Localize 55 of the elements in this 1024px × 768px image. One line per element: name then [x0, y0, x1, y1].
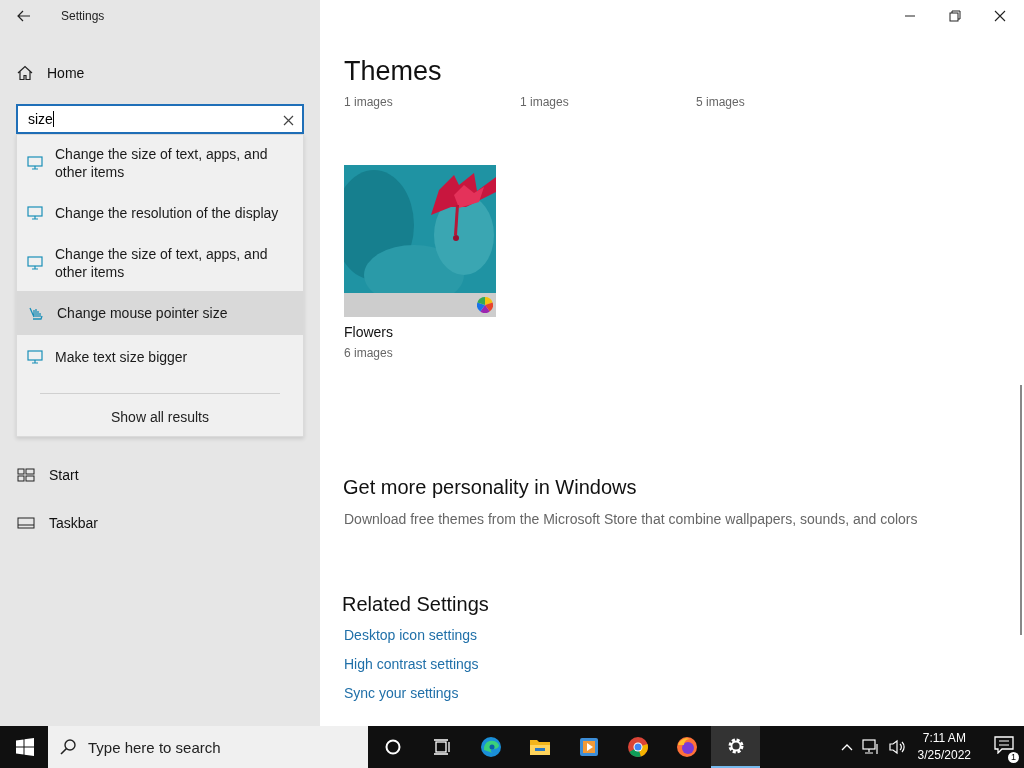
fox-globe-icon: [675, 736, 698, 758]
taskbar-icon: [17, 517, 35, 529]
monitor-icon: [27, 156, 43, 170]
tiles-icon: [17, 468, 35, 482]
section-description: Download free themes from the Microsoft Store that combine wallpapers, sounds, and colors: [344, 511, 918, 527]
settings-link[interactable]: High contrast settings: [344, 656, 479, 672]
notification-count-badge: 1: [1008, 752, 1019, 763]
circle-icon: [384, 739, 401, 755]
task-view-icon: [432, 739, 451, 755]
theme-image-count: 5 images: [696, 95, 746, 109]
media-player-icon: [578, 737, 599, 757]
theme-thumbnail[interactable]: [344, 165, 496, 317]
folder-icon: [528, 738, 551, 756]
browser-wave-icon: [479, 736, 502, 758]
search-icon: [60, 739, 76, 755]
window-title: Settings: [61, 9, 105, 23]
taskbar-app-button[interactable]: [711, 726, 760, 768]
section-heading: Get more personality in Windows: [343, 476, 637, 499]
monitor-icon: [27, 256, 43, 270]
search-field[interactable]: size: [16, 104, 304, 134]
scrollbar[interactable]: [1020, 385, 1022, 635]
hand-pointer-icon: [27, 305, 45, 321]
sidebar-nav-item[interactable]: Start: [0, 451, 320, 499]
search-result-item[interactable]: Change the size of text, apps, and other items: [17, 235, 303, 291]
taskbar-search-field[interactable]: Type here to search: [48, 726, 368, 768]
section-heading: Related Settings: [342, 593, 489, 616]
theme-image-count: 1 images: [520, 95, 570, 109]
search-result-item[interactable]: Change mouse pointer size: [17, 291, 303, 335]
theme-image-count: 1 images: [344, 95, 394, 109]
notification-icon[interactable]: [994, 736, 1014, 754]
settings-link[interactable]: Desktop icon settings: [344, 627, 478, 643]
home-icon: [17, 65, 33, 81]
settings-link[interactable]: Sync your settings: [344, 685, 459, 701]
chrome-like-icon: [626, 736, 649, 758]
theme-name: Flowers: [344, 324, 394, 340]
close-icon[interactable]: [994, 10, 1006, 22]
color-wheel-icon: [477, 297, 493, 313]
clear-icon[interactable]: [283, 115, 294, 126]
sidebar-nav-item[interactable]: Taskbar: [0, 499, 320, 547]
back-arrow-icon[interactable]: [17, 10, 31, 22]
restore-icon[interactable]: [949, 10, 961, 22]
speaker-icon[interactable]: [888, 739, 907, 755]
network-icon[interactable]: [861, 739, 880, 755]
windows-start-icon[interactable]: [16, 738, 34, 756]
search-result-item[interactable]: Change the size of text, apps, and other items: [17, 135, 303, 191]
monitor-icon: [27, 350, 43, 364]
show-all-results-link[interactable]: Show all results: [17, 394, 303, 436]
home-nav-item[interactable]: Home: [0, 49, 320, 97]
search-result-item[interactable]: Make text size bigger: [17, 335, 303, 379]
clock[interactable]: 7:11 AM 3/25/2022: [917, 730, 971, 764]
monitor-icon: [27, 206, 43, 220]
search-result-item[interactable]: Change the resolution of the display: [17, 191, 303, 235]
page-title: Themes: [344, 56, 442, 87]
theme-image-count: 6 images: [344, 346, 394, 360]
chevron-up-icon[interactable]: [840, 743, 853, 751]
